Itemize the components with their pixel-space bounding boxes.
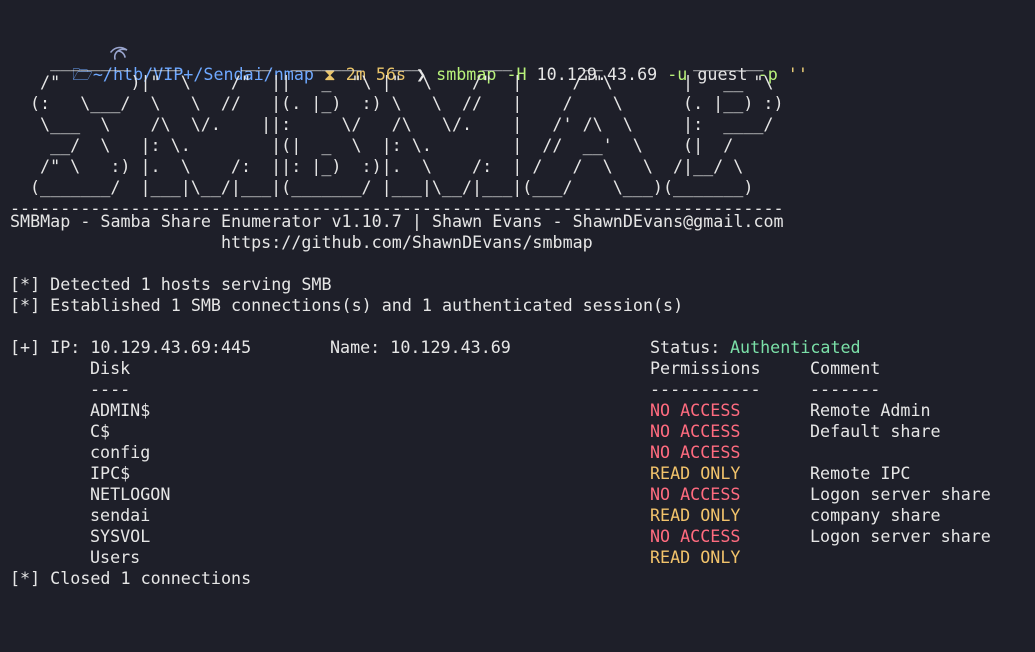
share-name: sendai xyxy=(90,505,151,525)
terminal-window: 🗁~/htb/VIP+/Sendai/nmap ⧗ 2m 56s ❯ smbma… xyxy=(0,0,1035,596)
target-line: [+] IP: 10.129.43.69:445 Name: 10.129.43… xyxy=(10,337,1010,358)
share-comment: company share xyxy=(810,505,941,525)
table-row: config NO ACCESS xyxy=(10,442,1010,463)
banner-line: \___ \ /\ \/. ||: \/ /\ \/. | /' /\ \ |:… xyxy=(30,114,774,134)
established-message: [*] Established 1 SMB connections(s) and… xyxy=(10,295,684,315)
share-permission: NO ACCESS xyxy=(650,442,741,462)
share-permission: NO ACCESS xyxy=(650,484,741,504)
banner-line: (: \___/ \ \ // |(. |_) :) \ \ // | / \ … xyxy=(30,93,784,113)
share-comment: Logon server share xyxy=(810,484,991,504)
share-name: IPC$ xyxy=(90,463,131,483)
share-permission: READ ONLY xyxy=(650,505,741,525)
share-permission: NO ACCESS xyxy=(650,526,741,546)
col-header-permissions: Permissions xyxy=(650,358,761,378)
share-permission: READ ONLY xyxy=(650,463,741,483)
target-ip: [+] IP: 10.129.43.69:445 xyxy=(10,337,252,357)
table-row: C$ NO ACCESS Default share xyxy=(10,421,1010,442)
share-name: config xyxy=(90,442,151,462)
banner-line: __/ \ |: \. |(| _ \ |: \. | // __' \ (| … xyxy=(30,135,734,155)
share-permission: NO ACCESS xyxy=(650,421,741,441)
share-permission: READ ONLY xyxy=(650,547,741,567)
header-title: SMBMap - Samba Share Enumerator v1.10.7 … xyxy=(10,211,784,231)
banner-line: /" \ :) |. \ /: ||: |_) :)|. \ /: | / / … xyxy=(30,156,744,176)
status-label: Status: xyxy=(650,337,721,357)
col-header-disk: Disk xyxy=(90,358,131,378)
share-comment: Remote IPC xyxy=(810,463,911,483)
table-row: ADMIN$ NO ACCESS Remote Admin xyxy=(10,400,1010,421)
table-header-underline: ---- ----------- ------- xyxy=(10,379,1010,400)
table-row: sendai READ ONLY company share xyxy=(10,505,1010,526)
share-comment: Remote Admin xyxy=(810,400,931,420)
share-name: ADMIN$ xyxy=(90,400,151,420)
target-name: Name: 10.129.43.69 xyxy=(330,337,511,357)
table-row: NETLOGON NO ACCESS Logon server share xyxy=(10,484,1010,505)
status-badge: Authenticated xyxy=(730,337,861,357)
prompt-line: 🗁~/htb/VIP+/Sendai/nmap ⧗ 2m 56s ❯ smbma… xyxy=(10,1,808,84)
share-name: SYSVOL xyxy=(90,526,151,546)
share-comment: Default share xyxy=(810,421,941,441)
table-row: Users READ ONLY xyxy=(10,547,1010,568)
table-row: SYSVOL NO ACCESS Logon server share xyxy=(10,526,1010,547)
arg-pass[interactable]: '' xyxy=(788,64,808,84)
banner-line: ________ ___ ___ _______ ___ ___ __ ____… xyxy=(30,51,764,71)
underline-permissions: ----------- xyxy=(650,379,761,399)
share-name: Users xyxy=(90,547,141,567)
closed-message: [*] Closed 1 connections xyxy=(10,568,252,588)
banner-line: /" )|" \ /" || _ "\ |" \ /" | /""\ | __ … xyxy=(30,72,774,92)
table-row: IPC$ READ ONLY Remote IPC xyxy=(10,463,1010,484)
banner-line: (_______/ |___|\__/|___|(_______/ |___|\… xyxy=(30,177,754,197)
table-header: Disk Permissions Comment xyxy=(10,358,1010,379)
underline-comment: ------- xyxy=(810,379,881,399)
underline-disk: ---- xyxy=(90,379,131,399)
share-comment: Logon server share xyxy=(810,526,991,546)
detected-message: [*] Detected 1 hosts serving SMB xyxy=(10,274,332,294)
col-header-comment: Comment xyxy=(810,358,881,378)
share-name: NETLOGON xyxy=(90,484,171,504)
share-name: C$ xyxy=(90,421,111,441)
share-permission: NO ACCESS xyxy=(650,400,741,420)
header-url[interactable]: https://github.com/ShawnDEvans/smbmap xyxy=(10,232,593,253)
